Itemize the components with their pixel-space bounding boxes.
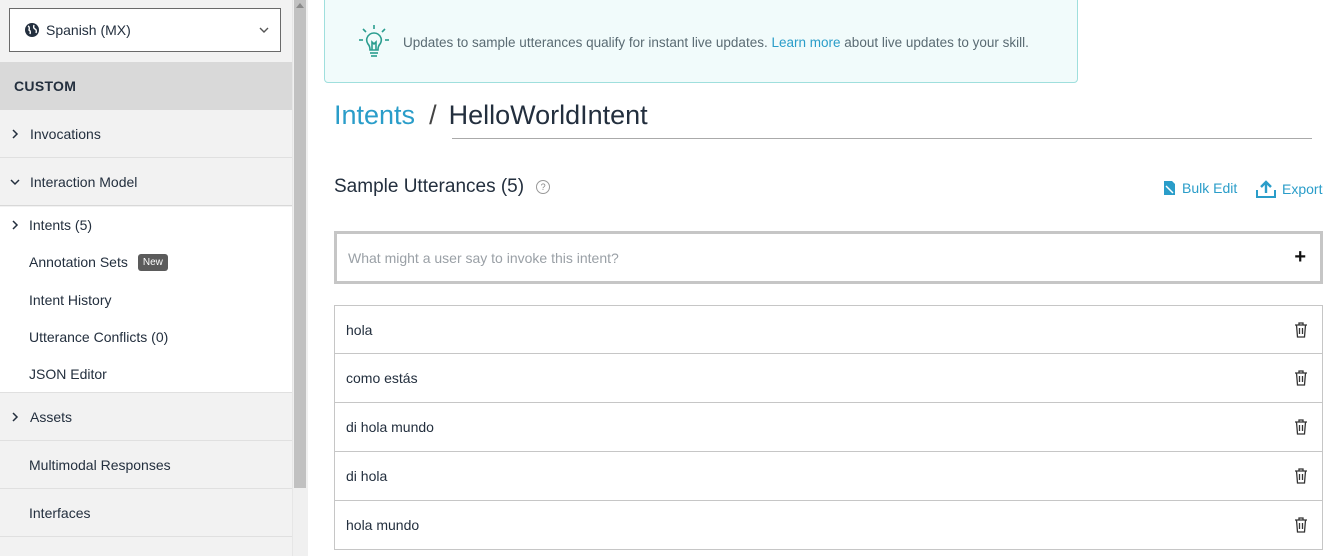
breadcrumb-intents-link[interactable]: Intents <box>334 100 415 131</box>
sidebar-item-label: Interaction Model <box>30 173 138 190</box>
section-heading-custom: CUSTOM <box>0 62 292 110</box>
utterance-input[interactable] <box>348 249 1248 266</box>
export-icon <box>1256 180 1276 198</box>
trash-icon[interactable] <box>1294 419 1308 435</box>
bulk-edit-icon <box>1164 181 1175 195</box>
add-utterance-button[interactable]: + <box>1294 246 1306 269</box>
sidebar-item-interaction-model[interactable]: Interaction Model <box>0 158 292 206</box>
breadcrumb: Intents / HelloWorldIntent <box>334 100 648 140</box>
trash-icon[interactable] <box>1294 322 1308 338</box>
help-icon[interactable]: ? <box>536 180 551 194</box>
utterance-input-box: + <box>334 231 1323 284</box>
sidebar-item-label: Assets <box>30 408 73 425</box>
utterance-text[interactable]: di hola mundo <box>346 419 434 435</box>
sample-utterances-heading: Sample Utterances (5) ? <box>334 176 551 198</box>
chevron-down-icon <box>10 178 20 185</box>
utterance-row[interactable]: como estás <box>334 354 1323 403</box>
scroll-up-arrow-icon[interactable] <box>296 3 304 8</box>
chevron-right-icon <box>12 411 19 422</box>
sidebar-item-label: Invocations <box>30 125 101 142</box>
sidebar-item-label: JSON Editor <box>29 366 107 382</box>
utterance-list: hola como estás di hola mundo di hola ho… <box>334 305 1323 550</box>
interaction-model-subnav: Intents (5) Annotation Sets New Intent H… <box>0 207 292 393</box>
sidebar: Spanish (MX) CUSTOM Invocations Interact… <box>0 0 292 556</box>
locale-selector[interactable]: Spanish (MX) <box>9 8 281 52</box>
locale-label: Spanish (MX) <box>46 22 131 38</box>
banner-text-after: about live updates to your skill. <box>844 35 1029 50</box>
sample-utterances-title: Sample Utterances (5) <box>334 176 525 197</box>
learn-more-link[interactable]: Learn more <box>771 35 840 50</box>
chevron-right-icon <box>12 128 19 139</box>
utterance-text[interactable]: como estás <box>346 370 418 386</box>
lightbulb-icon <box>359 24 389 57</box>
banner-text: Updates to sample utterances qualify for… <box>403 35 1029 50</box>
export-button[interactable]: Export <box>1256 180 1322 198</box>
sidebar-item-label: Annotation Sets <box>29 254 128 270</box>
sidebar-item-multimodal-responses[interactable]: Multimodal Responses <box>0 441 292 489</box>
breadcrumb-separator: / <box>429 100 437 130</box>
globe-icon <box>25 23 39 37</box>
sidebar-item-intents[interactable]: Intents (5) <box>0 208 292 242</box>
export-label: Export <box>1282 181 1323 197</box>
utterance-row[interactable]: hola <box>334 305 1323 354</box>
intent-name[interactable]: HelloWorldIntent <box>449 100 648 131</box>
sidebar-item-utterance-conflicts[interactable]: Utterance Conflicts (0) <box>0 320 292 354</box>
sidebar-item-label: Intent History <box>29 292 112 308</box>
bulk-edit-button[interactable]: Bulk Edit <box>1162 180 1237 196</box>
chevron-right-icon <box>11 220 18 230</box>
sidebar-item-label: Interfaces <box>29 504 91 521</box>
trash-icon[interactable] <box>1294 517 1308 533</box>
sidebar-item-label: Multimodal Responses <box>29 456 171 473</box>
banner-text-before: Updates to sample utterances qualify for… <box>403 35 768 50</box>
sidebar-scrollbar-thumb[interactable] <box>294 0 306 488</box>
chevron-down-icon <box>259 27 269 33</box>
utterance-text[interactable]: hola mundo <box>346 517 419 533</box>
utterance-text[interactable]: di hola <box>346 468 387 484</box>
trash-icon[interactable] <box>1294 468 1308 484</box>
new-badge: New <box>137 253 168 271</box>
utterance-row[interactable]: di hola mundo <box>334 403 1323 452</box>
intent-name-underline <box>452 138 1312 139</box>
trash-icon[interactable] <box>1294 370 1308 386</box>
utterance-row[interactable]: di hola <box>334 452 1323 501</box>
sidebar-item-invocations[interactable]: Invocations <box>0 110 292 158</box>
sidebar-item-assets[interactable]: Assets <box>0 393 292 441</box>
sidebar-item-intent-history[interactable]: Intent History <box>0 283 292 317</box>
bulk-edit-label: Bulk Edit <box>1182 180 1238 196</box>
sidebar-item-json-editor[interactable]: JSON Editor <box>0 357 292 391</box>
sidebar-item-label: Utterance Conflicts (0) <box>29 329 169 345</box>
sidebar-item-label: Intents (5) <box>29 217 93 233</box>
live-updates-banner: Updates to sample utterances qualify for… <box>324 0 1078 83</box>
sidebar-item-annotation-sets[interactable]: Annotation Sets New <box>0 245 292 279</box>
utterance-text[interactable]: hola <box>346 322 372 338</box>
utterance-row[interactable]: hola mundo <box>334 501 1323 550</box>
sidebar-item-interfaces[interactable]: Interfaces <box>0 489 292 537</box>
